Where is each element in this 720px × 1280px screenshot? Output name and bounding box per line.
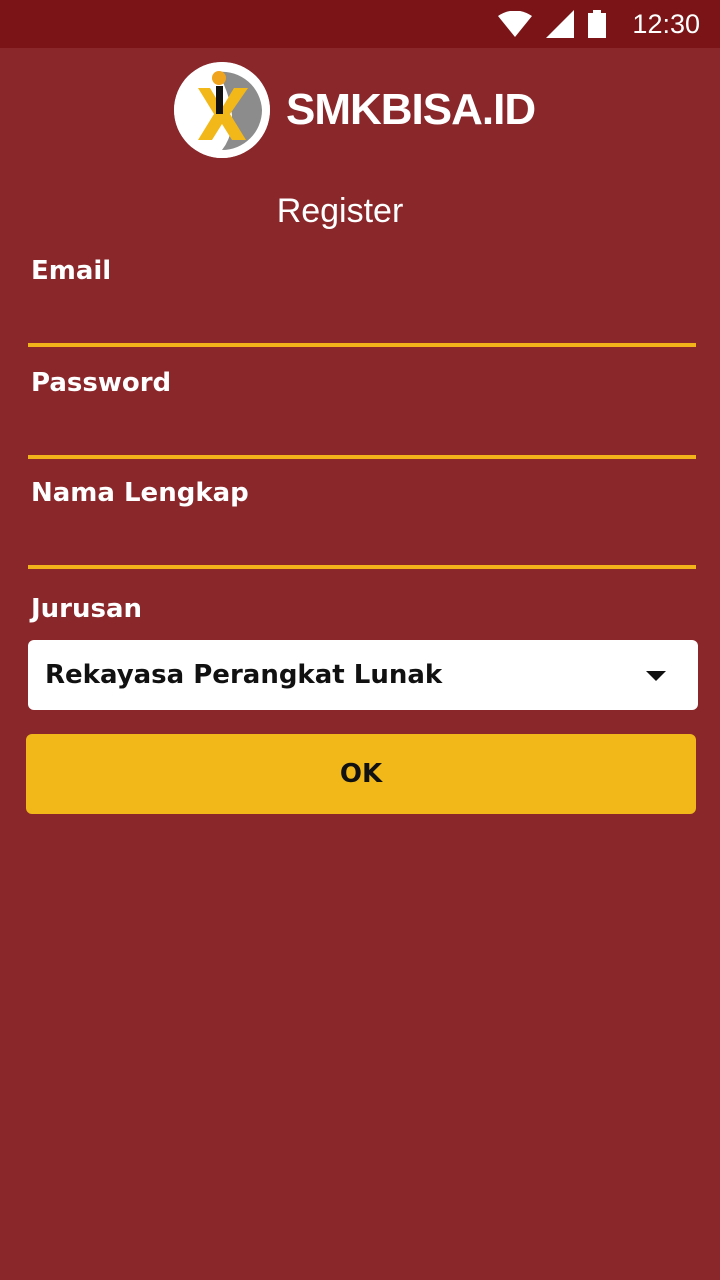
page-title: Register: [276, 192, 404, 230]
battery-icon: [588, 10, 607, 38]
brand-header: SMKBISA.ID: [174, 62, 536, 158]
major-label: Jurusan: [31, 594, 143, 624]
major-selected-value: Rekayasa Perangkat Lunak: [45, 660, 443, 690]
chevron-down-icon: [646, 671, 666, 681]
ok-button[interactable]: OK: [26, 734, 696, 814]
full-name-label: Nama Lengkap: [31, 478, 249, 508]
email-label: Email: [31, 256, 112, 286]
status-bar: 12:30: [0, 0, 720, 48]
smkbisa-logo: [174, 62, 270, 158]
major-select[interactable]: Rekayasa Perangkat Lunak: [28, 640, 698, 710]
password-field[interactable]: [28, 415, 696, 459]
wifi-icon: [498, 11, 533, 37]
full-name-field[interactable]: [28, 525, 696, 569]
clock: 12:30: [632, 8, 700, 39]
signal-icon: [546, 10, 575, 38]
email-field[interactable]: [28, 303, 696, 347]
password-label: Password: [31, 368, 172, 398]
brand-name: SMKBISA.ID: [286, 85, 536, 134]
